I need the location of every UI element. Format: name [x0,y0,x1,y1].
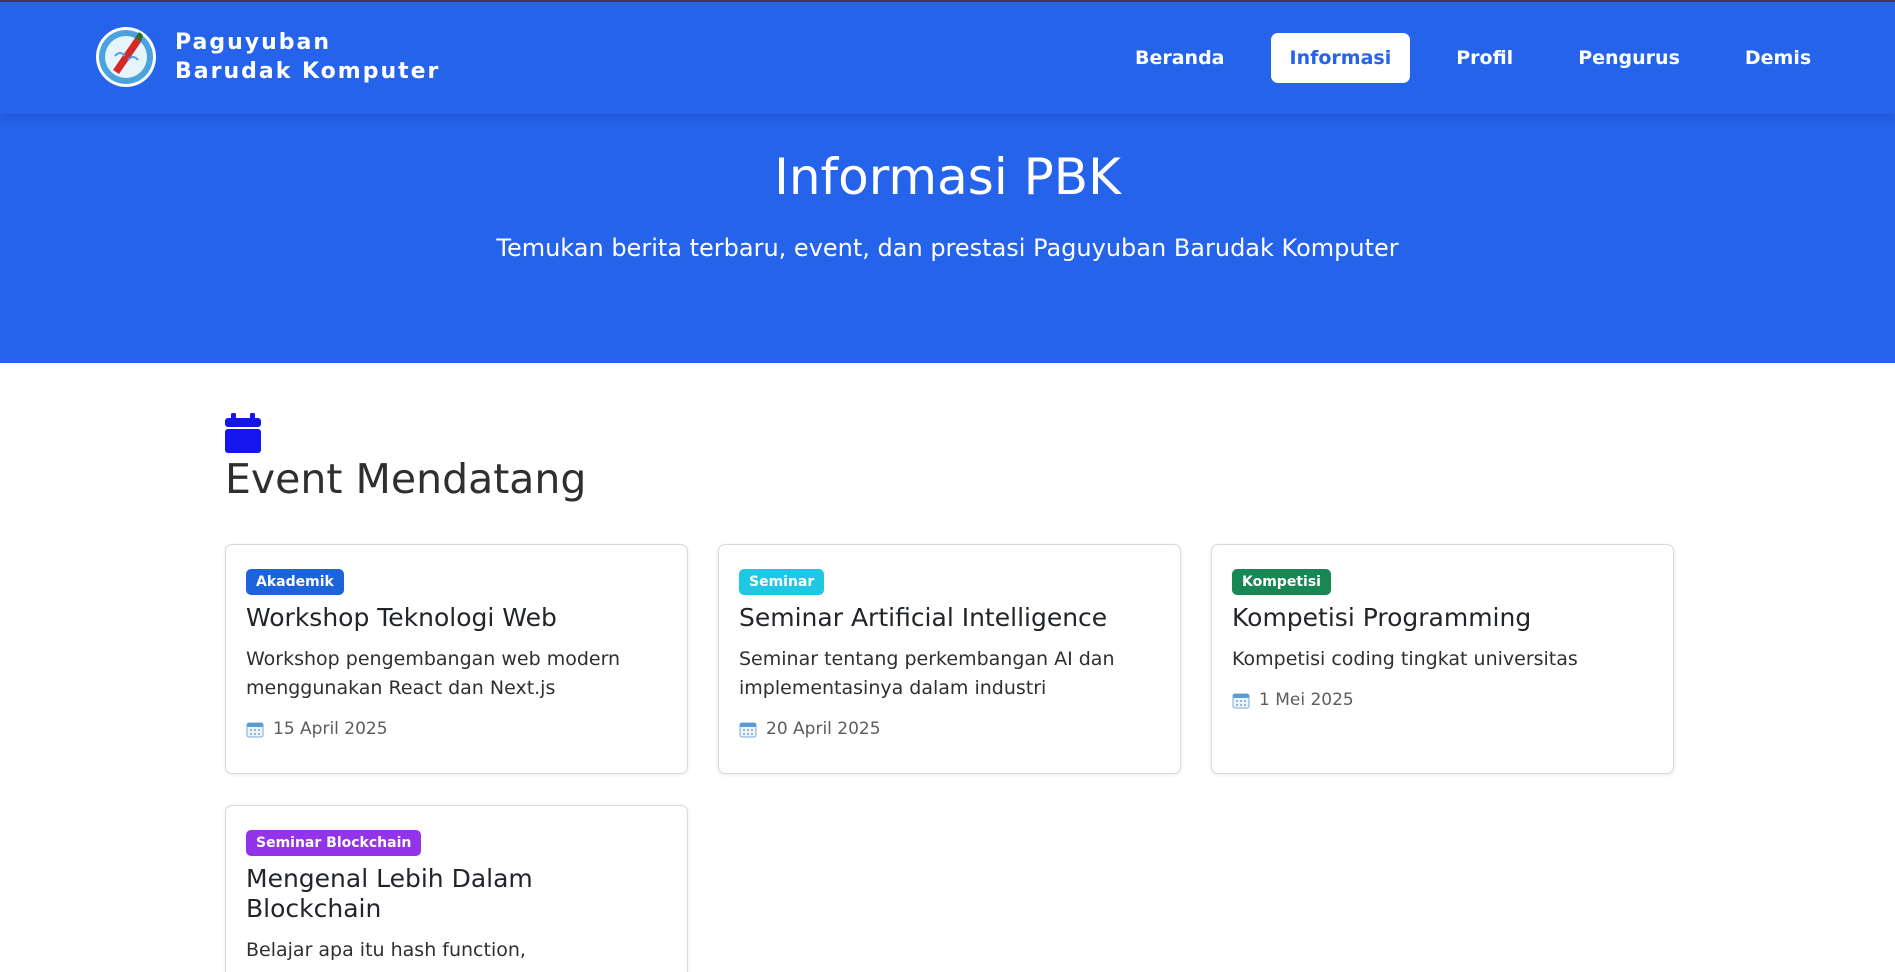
event-date: 1 Mei 2025 [1232,690,1653,710]
event-card[interactable]: Kompetisi Kompetisi Programming Kompetis… [1211,544,1674,774]
event-description: Kompetisi coding tingkat universitas [1232,648,1578,670]
event-date: 20 April 2025 [739,719,1160,739]
section-title: Event Mendatang [225,455,587,503]
nav-pengurus[interactable]: Pengurus [1559,33,1699,83]
calendar-icon [225,413,261,453]
nav-beranda[interactable]: Beranda [1116,33,1244,83]
event-title: Workshop Teknologi Web [246,603,557,632]
nav-informasi[interactable]: Informasi [1270,33,1411,83]
event-card[interactable]: Seminar Seminar Artificial Intelligence … [718,544,1181,774]
event-card[interactable]: Seminar Blockchain Mengenal Lebih Dalam … [225,805,688,972]
calendar-small-icon [1232,693,1250,709]
event-card[interactable]: Akademik Workshop Teknologi Web Workshop… [225,544,688,774]
calendar-small-icon [739,722,757,738]
navbar: Paguyuban Barudak Komputer Beranda Infor… [0,2,1895,114]
pbk-logo [96,27,156,87]
event-date-text: 1 Mei 2025 [1259,690,1354,710]
event-description: Seminar tentang perkembangan AI dan impl… [739,648,1115,699]
event-description: Belajar apa itu hash function, [246,939,526,961]
nav-profil[interactable]: Profil [1437,33,1532,83]
hero-title: Informasi PBK [774,148,1121,206]
category-badge: Seminar Blockchain [246,830,422,856]
hero-subtitle: Temukan berita terbaru, event, dan prest… [496,234,1399,262]
category-badge: Akademik [246,569,344,595]
brand[interactable]: Paguyuban Barudak Komputer [95,26,440,88]
brand-line-1: Paguyuban [175,30,332,55]
hero-banner: Informasi PBK Temukan berita terbaru, ev… [0,114,1895,363]
event-date-text: 20 April 2025 [766,719,881,739]
calendar-small-icon [246,722,264,738]
category-badge: Kompetisi [1232,569,1331,595]
event-title: Kompetisi Programming [1232,603,1532,632]
category-badge: Seminar [739,569,825,595]
event-date: 15 April 2025 [246,719,667,739]
nav-demis[interactable]: Demis [1726,33,1830,83]
event-date-text: 15 April 2025 [273,719,388,739]
main-nav: Beranda Informasi Profil Pengurus Demis [1116,33,1830,83]
event-title: Mengenal Lebih Dalam Blockchain [246,864,533,923]
event-title: Seminar Artificial Intelligence [739,603,1108,632]
event-description: Workshop pengembangan web modern menggun… [246,648,621,699]
events-section: Event Mendatang [225,413,1675,503]
brand-line-2: Barudak Komputer [175,59,441,84]
